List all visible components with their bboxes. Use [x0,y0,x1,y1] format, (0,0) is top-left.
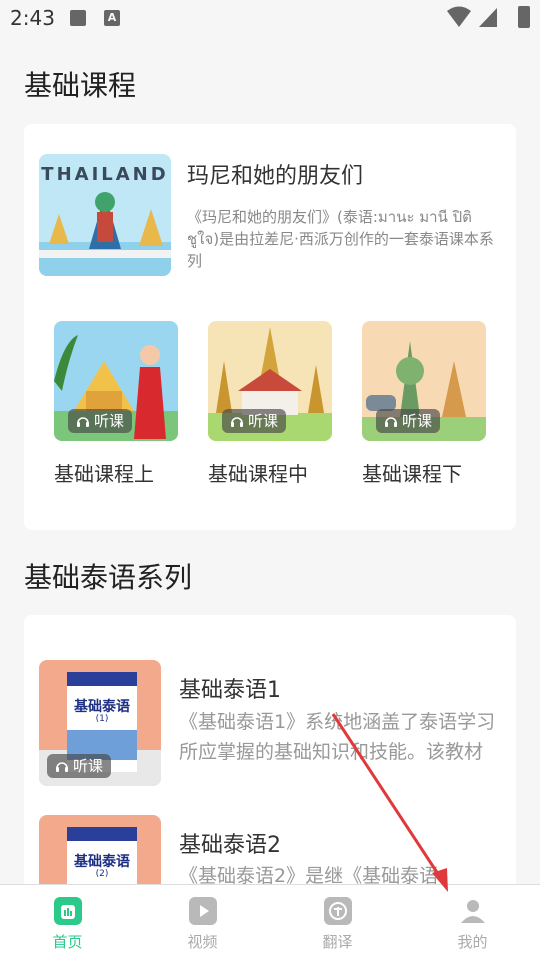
listen-label: 听课 [402,412,433,430]
nav-profile-label: 我的 [457,933,488,951]
course-thumb-1[interactable]: 听课 [54,321,178,441]
signal-icon [479,8,497,27]
headphones-icon [385,417,397,427]
a-notification-icon: A [104,10,120,26]
wifi-icon [447,6,471,27]
course-thumb-3[interactable]: 听课 [362,321,486,441]
cover-number: (2) [95,869,109,879]
battery-icon [518,6,530,28]
nav-home-label: 首页 [52,933,83,951]
headphones-icon [77,417,89,427]
headphones-icon [56,762,68,772]
nav-video-label: 视频 [187,933,218,951]
series-book-cover-1[interactable]: 基础泰语 (1) 听课 [39,660,161,786]
cover-number: (1) [95,714,109,724]
hero-description: 《玛尼和她的朋友们》(泰语:มานะ มานี ปิติ ชูใจ)是由拉差尼·… [187,208,494,270]
listen-button[interactable]: 听课 [222,409,287,433]
image-notification-icon [70,10,86,26]
hero-image-text: THAILAND [41,164,169,185]
nav-translate[interactable]: 翻译 [270,885,405,960]
hero-title[interactable]: 玛尼和她的朋友们 [187,158,363,190]
hero-book-cover[interactable]: THAILAND [39,154,171,276]
listen-button[interactable]: 听课 [376,409,441,433]
bottom-nav: 首页 视频 翻译 我的 [0,884,540,960]
course-label-1[interactable]: 基础课程上 [54,458,154,487]
section-title-basic-course: 基础课程 [24,69,137,102]
nav-profile[interactable]: 我的 [405,885,540,960]
series-title-1[interactable]: 基础泰语1 [179,672,281,704]
cover-title: 基础泰语 [74,699,130,715]
listen-button[interactable]: 听课 [47,754,112,778]
section-title-series: 基础泰语系列 [24,561,193,594]
course-label-2[interactable]: 基础课程中 [208,458,308,487]
cover-title: 基础泰语 [74,854,130,870]
nav-home[interactable]: 首页 [0,885,135,960]
series-title-2[interactable]: 基础泰语2 [179,827,281,859]
home-icon [53,897,82,925]
series-description-1: 《基础泰语1》系统地涵盖了泰语学习所应掌握的基础知识和技能。该教材 [179,711,496,763]
listen-button[interactable]: 听课 [68,409,133,433]
series-card: 基础泰语 (1) 听课 基础泰语1 《基础泰语1》系统地涵盖了泰语学习所应掌握的… [24,615,516,895]
course-label-3[interactable]: 基础课程下 [362,458,462,487]
series-book-cover-2[interactable]: 基础泰语 (2) [39,815,161,895]
nav-translate-label: 翻译 [322,933,353,951]
listen-label: 听课 [94,412,125,430]
status-time: 2:43 [10,6,55,30]
listen-label: 听课 [248,412,279,430]
basic-course-card: THAILAND 玛尼和她的朋友们 《玛尼和她的朋友们》(泰语:มานะ มาน… [24,124,516,530]
video-icon [188,897,217,925]
translate-icon [323,897,352,925]
listen-label: 听课 [73,757,104,775]
nav-video[interactable]: 视频 [135,885,270,960]
headphones-icon [231,417,243,427]
profile-icon [459,897,487,925]
course-thumb-2[interactable]: 听课 [208,321,332,441]
status-bar: 2:43 A [0,0,540,38]
